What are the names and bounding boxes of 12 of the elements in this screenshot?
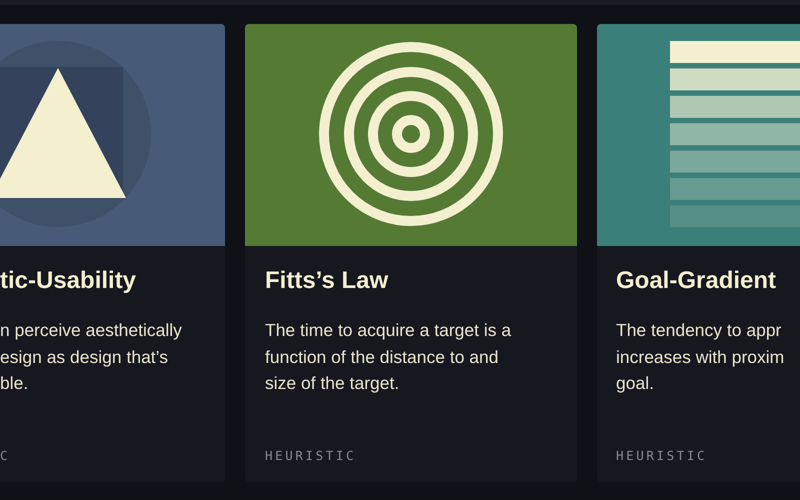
card[interactable]: tic-Usability n perceive aesthetically esign as design that’s ble. C <box>0 24 225 482</box>
card-title: Goal-Gradient <box>616 266 776 296</box>
card-description: n perceive aesthetically esign as design that’s ble. <box>0 319 182 395</box>
card[interactable]: Goal-Gradient The tendency to appr increases with proxim goal. HEURISTIC <box>597 24 800 482</box>
category-label: C <box>0 448 10 462</box>
card-title: Fitts’s Law <box>265 266 388 296</box>
category-label: HEURISTIC <box>265 448 356 462</box>
category-label: HEURISTIC <box>616 448 708 462</box>
card-description: The tendency to appr increases with proxim goal. <box>616 319 784 395</box>
card[interactable]: Fitts’s Law The time to acquire a target is a function of the distance to and size of the target. HEURISTIC <box>245 24 577 482</box>
card-title: tic-Usability <box>0 266 136 296</box>
card-description: The time to acquire a target is a function of the distance to and size of the target. <box>265 319 512 395</box>
